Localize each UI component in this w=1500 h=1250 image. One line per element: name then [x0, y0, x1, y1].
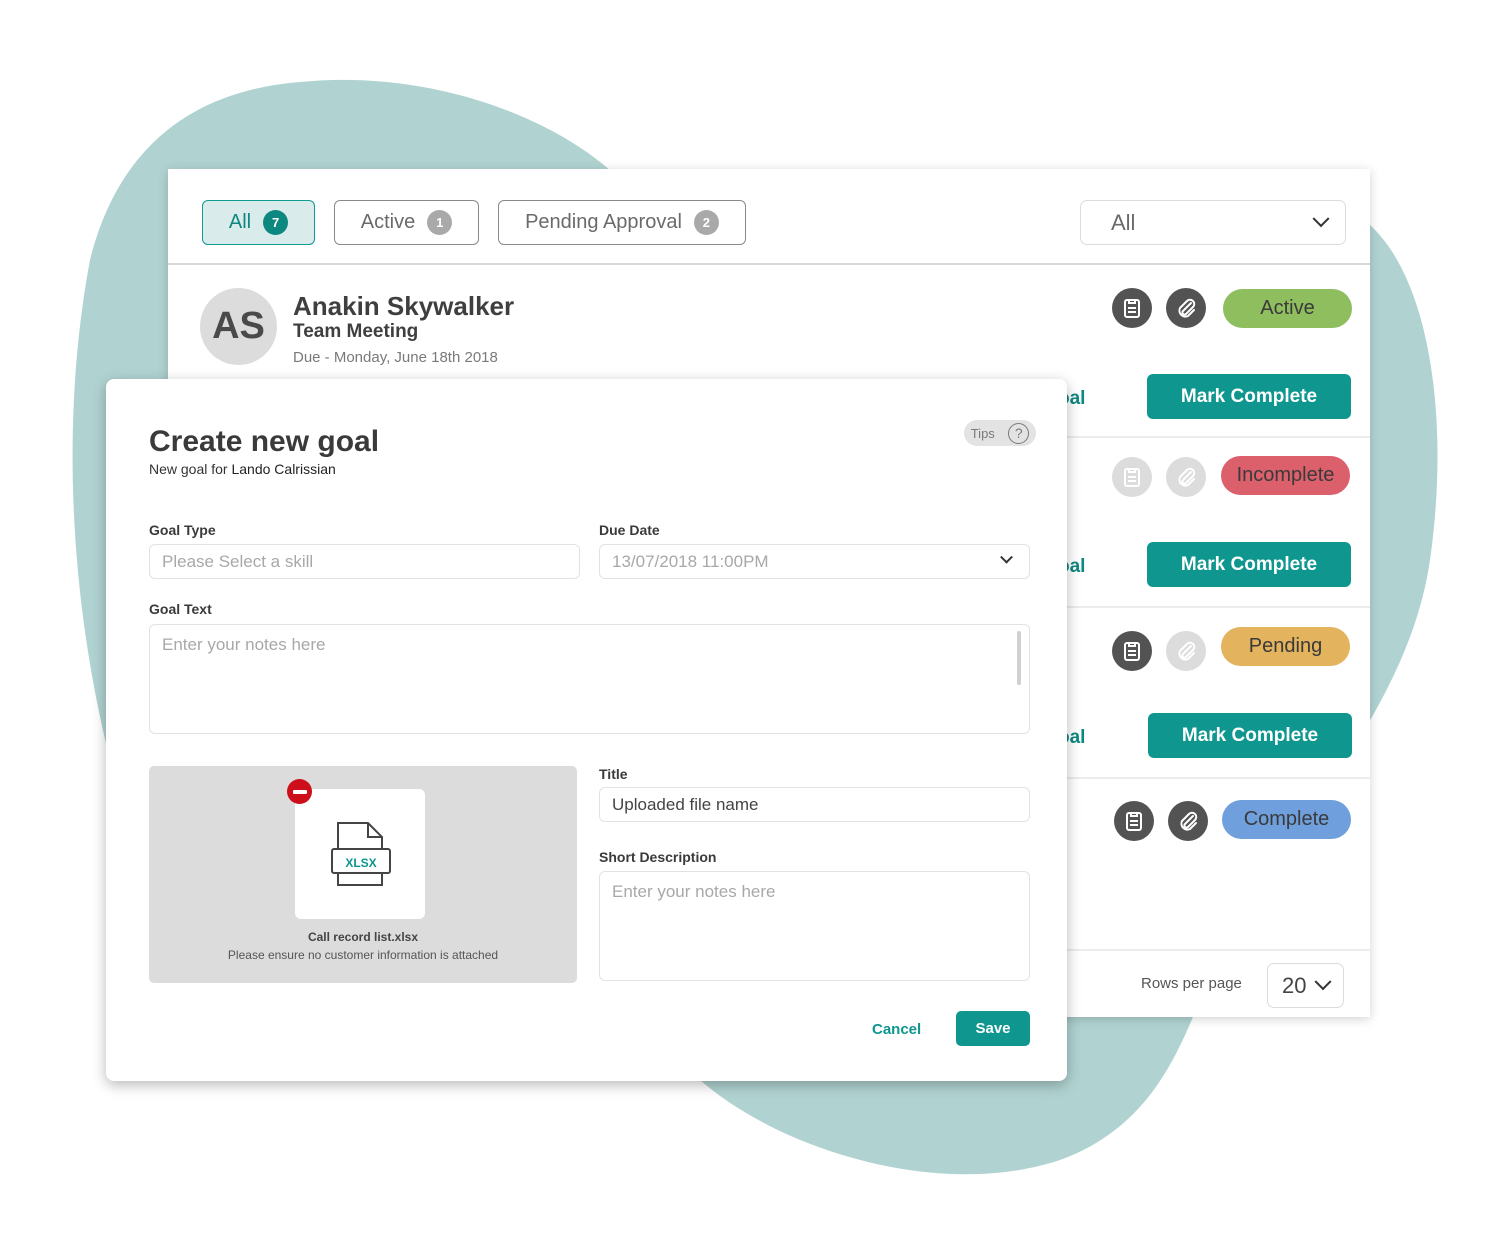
notes-button[interactable]: [1114, 801, 1154, 841]
clipboard-icon: [1124, 299, 1140, 318]
due-date-value: 13/07/2018 11:00PM: [612, 551, 769, 571]
mark-complete-button[interactable]: Mark Complete: [1147, 374, 1351, 419]
filter-count-badge: 1: [427, 210, 453, 235]
goal-type-placeholder: Please Select a skill: [162, 551, 314, 571]
filter-tab-all[interactable]: All 7: [202, 200, 315, 245]
filter-tab-label: All: [228, 211, 252, 233]
short-description-placeholder: Enter your notes here: [612, 882, 776, 901]
person-name: Anakin Skywalker: [293, 291, 515, 321]
file-type-label: XLSX: [345, 856, 377, 870]
paperclip-icon: [1180, 811, 1198, 831]
status-badge: Pending: [1221, 627, 1350, 666]
title-input[interactable]: Uploaded file name: [599, 787, 1030, 822]
tips-button[interactable]: Tips ?: [964, 420, 1036, 446]
rows-per-page-select[interactable]: 20: [1267, 963, 1344, 1008]
short-description-textarea[interactable]: Enter your notes here: [599, 871, 1030, 981]
attachment-button[interactable]: [1168, 801, 1208, 841]
goal-name: Team Meeting: [293, 321, 419, 342]
tips-label: Tips: [970, 425, 995, 441]
chevron-down-icon: [1314, 972, 1332, 990]
filter-tab-pending-approval[interactable]: Pending Approval 2: [498, 200, 746, 245]
chevron-down-icon: [1312, 209, 1330, 227]
clipboard-icon: [1124, 642, 1140, 661]
modal-title: Create new goal: [149, 425, 380, 458]
status-badge: Active: [1223, 289, 1352, 328]
clipboard-icon: [1126, 812, 1142, 831]
rows-per-page-value: 20: [1282, 972, 1307, 998]
attachment-file-name: Call record list.xlsx: [307, 930, 419, 944]
help-icon: ?: [1008, 422, 1030, 444]
modal-subtitle: New goal for Lando Calrissian: [149, 461, 336, 477]
goal-text-placeholder: Enter your notes here: [162, 635, 326, 654]
file-preview-card: XLSX: [295, 789, 425, 919]
xlsx-file-icon: [331, 822, 391, 886]
attachment-button[interactable]: [1166, 288, 1206, 328]
filter-dropdown[interactable]: All: [1080, 200, 1346, 245]
clipboard-icon: [1124, 468, 1140, 487]
filter-dropdown-value: All: [1111, 209, 1136, 235]
paperclip-icon: [1178, 467, 1196, 487]
goal-type-select[interactable]: Please Select a skill: [149, 544, 580, 579]
title-value: Uploaded file name: [612, 794, 759, 814]
remove-attachment-icon[interactable]: [287, 779, 312, 804]
filter-count-badge: 7: [263, 210, 289, 235]
attachment-button[interactable]: [1166, 457, 1206, 497]
mark-complete-button[interactable]: Mark Complete: [1147, 542, 1351, 587]
cancel-button[interactable]: Cancel: [872, 1021, 921, 1038]
attachment-button[interactable]: [1166, 631, 1206, 671]
status-badge: Incomplete: [1221, 456, 1350, 495]
goal-text-label: Goal Text: [149, 601, 212, 617]
paperclip-icon: [1178, 641, 1196, 661]
filter-tab-active[interactable]: Active 1: [334, 200, 479, 245]
status-badge: Complete: [1222, 800, 1351, 839]
filter-tab-label: Active: [360, 211, 416, 233]
attachment-dropzone[interactable]: XLSX Call record list.xlsx Please ensure…: [149, 766, 577, 983]
notes-button[interactable]: [1112, 288, 1152, 328]
title-label: Title: [599, 766, 628, 782]
rows-per-page-label: Rows per page: [1141, 975, 1242, 992]
due-date-label: Due Date: [599, 522, 660, 538]
notes-button[interactable]: [1112, 631, 1152, 671]
create-goal-modal: Create new goal New goal for Lando Calri…: [106, 379, 1067, 1081]
short-description-label: Short Description: [599, 849, 717, 865]
due-date-text: Due - Monday, June 18th 2018: [293, 349, 498, 366]
mark-complete-button[interactable]: Mark Complete: [1148, 713, 1352, 758]
notes-button[interactable]: [1112, 457, 1152, 497]
filter-bar: All 7 Active 1 Pending Approval 2 All: [168, 169, 1370, 265]
goal-type-label: Goal Type: [149, 522, 216, 538]
due-date-select[interactable]: 13/07/2018 11:00PM: [599, 544, 1030, 579]
chevron-down-icon: [1000, 550, 1013, 564]
goal-text-textarea[interactable]: Enter your notes here: [149, 624, 1030, 734]
filter-tab-label: Pending Approval: [525, 211, 682, 233]
paperclip-icon: [1178, 298, 1196, 318]
save-button[interactable]: Save: [956, 1011, 1030, 1046]
subtitle-person: Lando Calrissian: [231, 461, 336, 477]
attachment-note: Please ensure no customer information is…: [227, 948, 499, 962]
avatar: AS: [200, 288, 277, 365]
filter-count-badge: 2: [693, 210, 719, 235]
subtitle-prefix: New goal for: [149, 461, 232, 477]
scrollbar[interactable]: [1017, 631, 1021, 685]
